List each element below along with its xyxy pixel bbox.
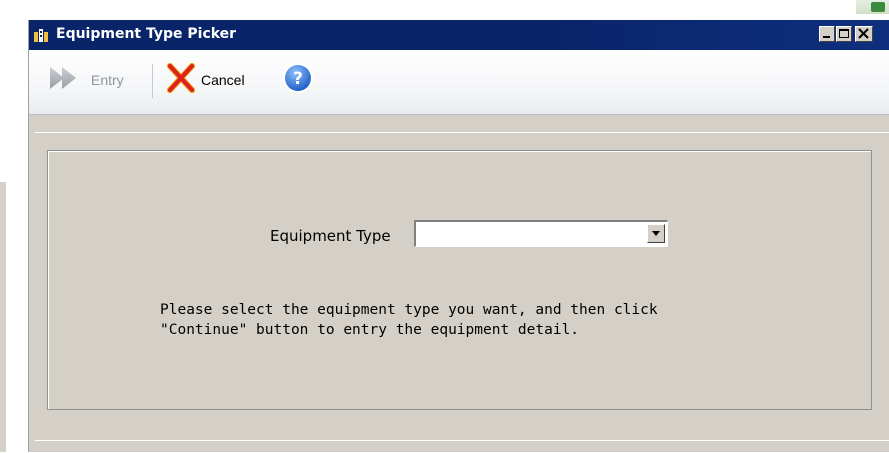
instruction-line-1: Please select the equipment type you wan… [160,302,658,318]
chevron-down-icon [652,231,660,236]
maximize-button[interactable] [836,26,852,42]
cancel-button[interactable]: Cancel [165,62,245,98]
form-panel [47,150,872,410]
app-building-icon [33,27,49,43]
toolbar-separator [152,64,153,98]
instruction-text: Please select the equipment type you wan… [160,300,780,340]
window-title: Equipment Type Picker [56,26,237,42]
help-icon: ? [281,61,315,99]
toolbar: Entry Cancel ? [29,50,889,115]
help-button[interactable]: ? [281,62,315,98]
entry-label: Entry [91,72,124,88]
instruction-line-2: "Continue" button to entry the equipment… [160,322,580,338]
minimize-icon [823,36,830,38]
dropdown-button[interactable] [647,224,665,243]
minimize-button[interactable] [819,26,835,42]
equipment-type-select[interactable] [414,220,668,247]
close-button[interactable] [855,26,873,42]
title-bar[interactable]: Equipment Type Picker [29,20,889,50]
svg-text:?: ? [293,69,303,89]
close-icon [858,28,869,39]
bottom-divider [35,440,889,441]
maximize-icon [839,29,849,38]
entry-button[interactable]: Entry [47,62,124,98]
cancel-label: Cancel [201,72,245,88]
double-arrow-right-icon [47,64,85,96]
background-window-edge [0,182,6,452]
equipment-type-picker-window: Equipment Type Picker Entry Cancel ? Equ… [28,20,889,452]
equipment-type-label: Equipment Type [270,227,391,245]
red-x-icon [165,62,197,98]
background-desktop-corner [856,0,889,14]
